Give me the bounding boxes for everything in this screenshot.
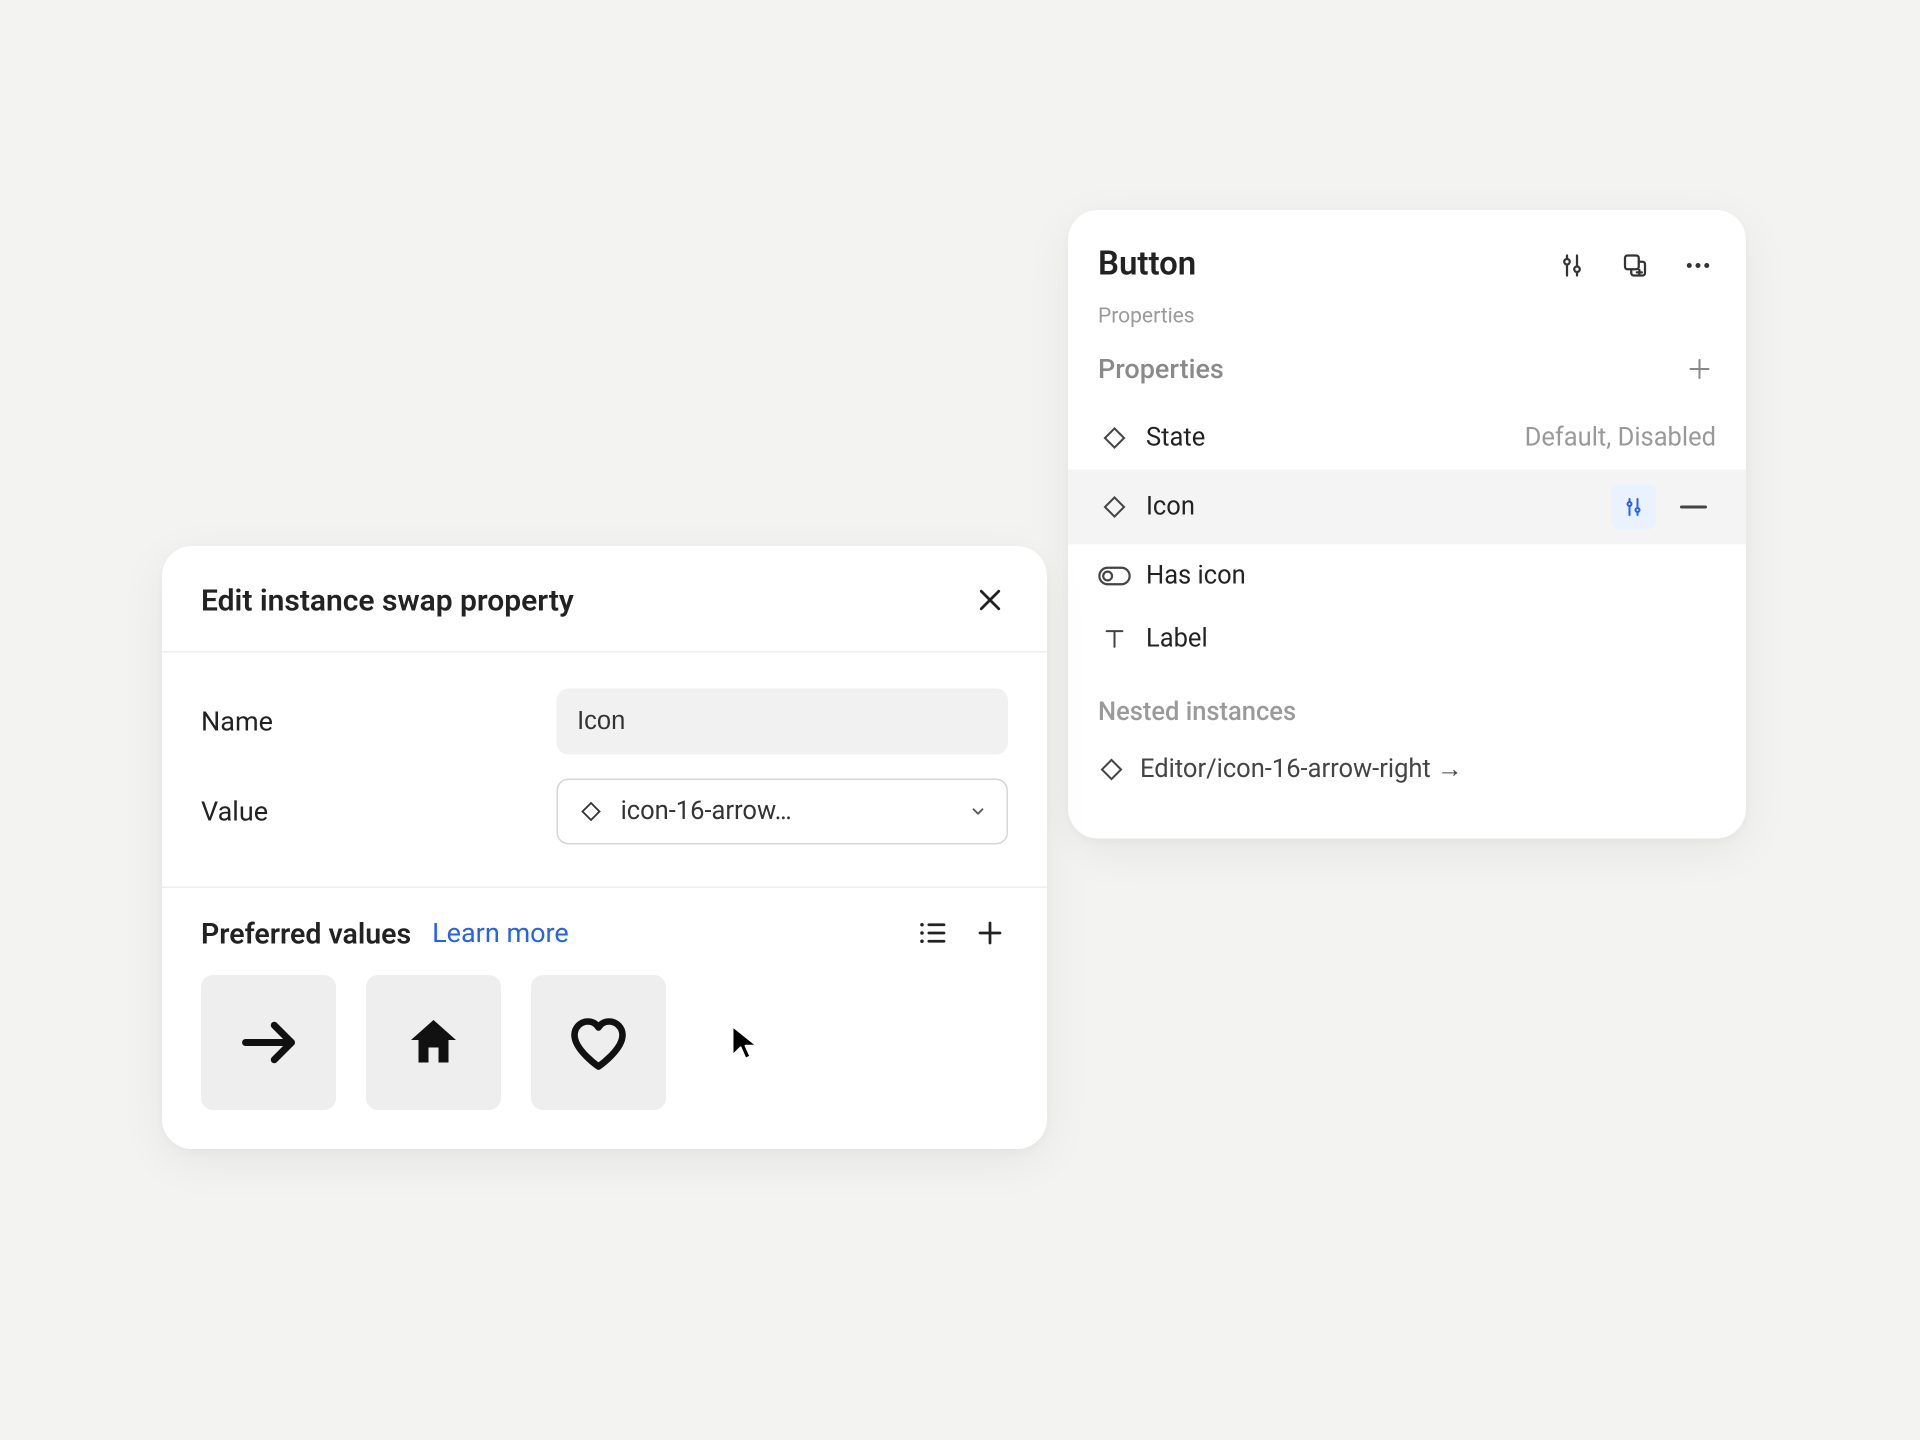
close-button[interactable] <box>972 582 1008 618</box>
property-value: Default, Disabled <box>1525 423 1716 453</box>
property-row-trailing <box>1611 485 1716 530</box>
property-row-has-icon[interactable]: Has icon <box>1068 545 1746 608</box>
instance-icon <box>1098 756 1125 783</box>
instance-icon <box>576 797 606 827</box>
name-label: Name <box>201 706 556 738</box>
preferred-values-grid <box>201 975 1008 1110</box>
dialog-title: Edit instance swap property <box>201 582 972 618</box>
value-select-text: icon-16-arrow… <box>621 797 968 827</box>
preferred-values-section: Preferred values Learn more <box>162 888 1047 1149</box>
properties-panel: Button Properties Properties State Defau… <box>1068 210 1746 839</box>
name-row: Name <box>201 677 1008 767</box>
nested-instances-label: Nested instances <box>1068 677 1746 737</box>
value-label: Value <box>201 796 556 828</box>
multi-edit-icon[interactable] <box>1617 247 1653 283</box>
property-row-state[interactable]: State Default, Disabled <box>1068 407 1746 470</box>
properties-section-header: Properties <box>1068 338 1746 401</box>
preferred-values-label: Preferred values <box>201 916 411 951</box>
panel-title: Button <box>1098 246 1554 284</box>
panel-breadcrumb: Properties <box>1068 299 1746 338</box>
preferred-values-header: Preferred values Learn more <box>201 915 1008 951</box>
property-name: State <box>1146 423 1205 453</box>
dialog-form: Name Value icon-16-arrow… <box>162 653 1047 889</box>
edit-swap-property-dialog: Edit instance swap property Name Value i… <box>162 546 1047 1149</box>
property-row-label[interactable]: Label <box>1068 608 1746 671</box>
preferred-value-heart[interactable] <box>531 975 666 1110</box>
properties-list: State Default, Disabled Icon Has icon <box>1068 401 1746 677</box>
property-name: Icon <box>1146 492 1195 522</box>
boolean-icon <box>1098 560 1131 593</box>
text-icon <box>1098 623 1131 656</box>
nested-instance-label: Editor/icon-16-arrow-right → <box>1140 755 1463 785</box>
chevron-down-icon <box>968 801 989 822</box>
add-property-button[interactable] <box>1683 353 1716 386</box>
value-select[interactable]: icon-16-arrow… <box>556 779 1008 845</box>
value-row: Value icon-16-arrow… <box>201 767 1008 857</box>
property-name: Label <box>1146 624 1208 654</box>
nested-instance-row[interactable]: Editor/icon-16-arrow-right → <box>1068 737 1746 803</box>
more-icon[interactable] <box>1680 247 1716 283</box>
learn-more-link[interactable]: Learn more <box>432 917 569 949</box>
remove-property-button[interactable] <box>1680 505 1707 509</box>
panel-header: Button <box>1068 240 1746 299</box>
properties-section-label: Properties <box>1098 353 1683 385</box>
dialog-header: Edit instance swap property <box>162 546 1047 653</box>
cursor-pointer-icon <box>729 1023 762 1062</box>
property-name: Has icon <box>1146 561 1246 591</box>
variant-icon <box>1098 491 1131 524</box>
sliders-chip-icon[interactable] <box>1611 485 1656 530</box>
panel-header-actions <box>1554 247 1716 283</box>
list-view-icon[interactable] <box>915 915 951 951</box>
add-preferred-value-button[interactable] <box>972 915 1008 951</box>
variant-icon <box>1098 422 1131 455</box>
preferred-value-home[interactable] <box>366 975 501 1110</box>
preferred-value-arrow-right[interactable] <box>201 975 336 1110</box>
property-row-icon[interactable]: Icon <box>1068 470 1746 545</box>
name-input[interactable] <box>556 689 1008 755</box>
sliders-icon[interactable] <box>1554 247 1590 283</box>
